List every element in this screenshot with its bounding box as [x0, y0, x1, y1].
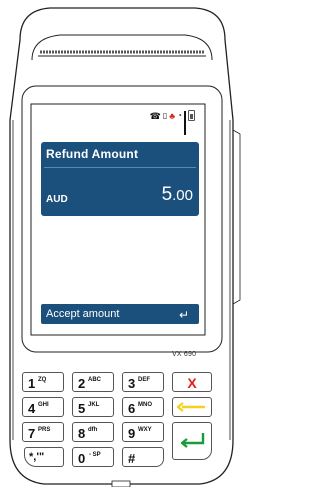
amount-title: Refund Amount — [46, 147, 139, 161]
payment-terminal: ☎ ▯ ♣ ◔ Refund Amount AUD 5.00 Accept am… — [0, 0, 244, 487]
key-7[interactable]: 7 PRS — [22, 422, 64, 442]
display-screen: ☎ ▯ ♣ ◔ Refund Amount AUD 5.00 Accept am… — [33, 106, 203, 333]
key-letters: - SP — [89, 452, 101, 458]
key-2[interactable]: 2 ABC — [72, 372, 114, 392]
key-digit: 3 — [128, 376, 136, 391]
battery-small-icon: ▯ — [162, 110, 168, 120]
battery-icon — [188, 110, 195, 121]
enter-key[interactable] — [172, 422, 212, 460]
key-4[interactable]: 4 GHI — [22, 397, 64, 417]
accept-amount-label: Accept amount — [46, 308, 120, 320]
enter-icon: ↵ — [178, 308, 189, 322]
key-letters: WXY — [138, 427, 152, 433]
key-0[interactable]: 0- SP — [72, 447, 114, 467]
wifi-icon: ◔ — [177, 110, 182, 120]
key-1[interactable]: 1 ZQ — [22, 372, 64, 392]
network-icon: ♣ — [169, 110, 176, 121]
key-digit: 2 — [78, 376, 86, 391]
key-letters: JKL — [88, 402, 100, 408]
clear-key[interactable] — [172, 397, 212, 417]
key-digit: 5 — [78, 401, 86, 416]
key-6[interactable]: 6 MNO — [122, 397, 164, 417]
key-digit: 6 — [128, 401, 136, 416]
key-8[interactable]: 8 dfh — [72, 422, 114, 442]
key-letters: dfh — [88, 427, 98, 433]
key-letters: DEF — [138, 377, 150, 383]
key-digit: 1 — [28, 376, 36, 391]
key-digit: *,'" — [29, 451, 45, 463]
amount-main: 5 — [161, 184, 173, 205]
key-letters: MNO — [138, 402, 152, 408]
status-bar: ☎ ▯ ♣ ◔ — [149, 110, 195, 135]
key-letters: ABC — [88, 377, 101, 383]
enter-arrow-icon — [180, 433, 205, 448]
key-letters: PRS — [38, 427, 51, 433]
key-digit: 8 — [78, 426, 86, 441]
key-3[interactable]: 3 DEF — [122, 372, 164, 392]
key-letters: GHI — [38, 402, 49, 408]
clear-arrow-icon — [176, 402, 205, 412]
key-5[interactable]: 5 JKL — [72, 397, 114, 417]
refund-amount-panel: Refund Amount AUD 5.00 — [41, 142, 199, 216]
key-digit: 7 — [28, 426, 36, 441]
panel-divider — [44, 167, 196, 168]
cancel-key[interactable]: X — [172, 372, 212, 392]
key-star[interactable]: *,'" — [24, 447, 64, 467]
key-digit: 4 — [28, 401, 36, 416]
key-letters: ZQ — [38, 377, 47, 383]
amount-value: 5.00 — [162, 184, 193, 206]
currency-label: AUD — [46, 194, 68, 205]
amount-decimals: .00 — [172, 187, 193, 204]
key-digit: 9 — [128, 426, 136, 441]
key-9[interactable]: 9 WXY — [122, 422, 164, 442]
model-label: VX 690 — [172, 351, 197, 358]
key-hash[interactable]: # — [122, 447, 164, 467]
key-digit: 0 — [78, 451, 86, 466]
accept-amount-button[interactable]: Accept amount ↵ — [41, 304, 199, 324]
signal-icon — [184, 111, 186, 135]
phone-icon: ☎ — [149, 110, 161, 121]
key-digit: # — [128, 451, 136, 466]
cancel-x-icon: X — [187, 375, 197, 391]
